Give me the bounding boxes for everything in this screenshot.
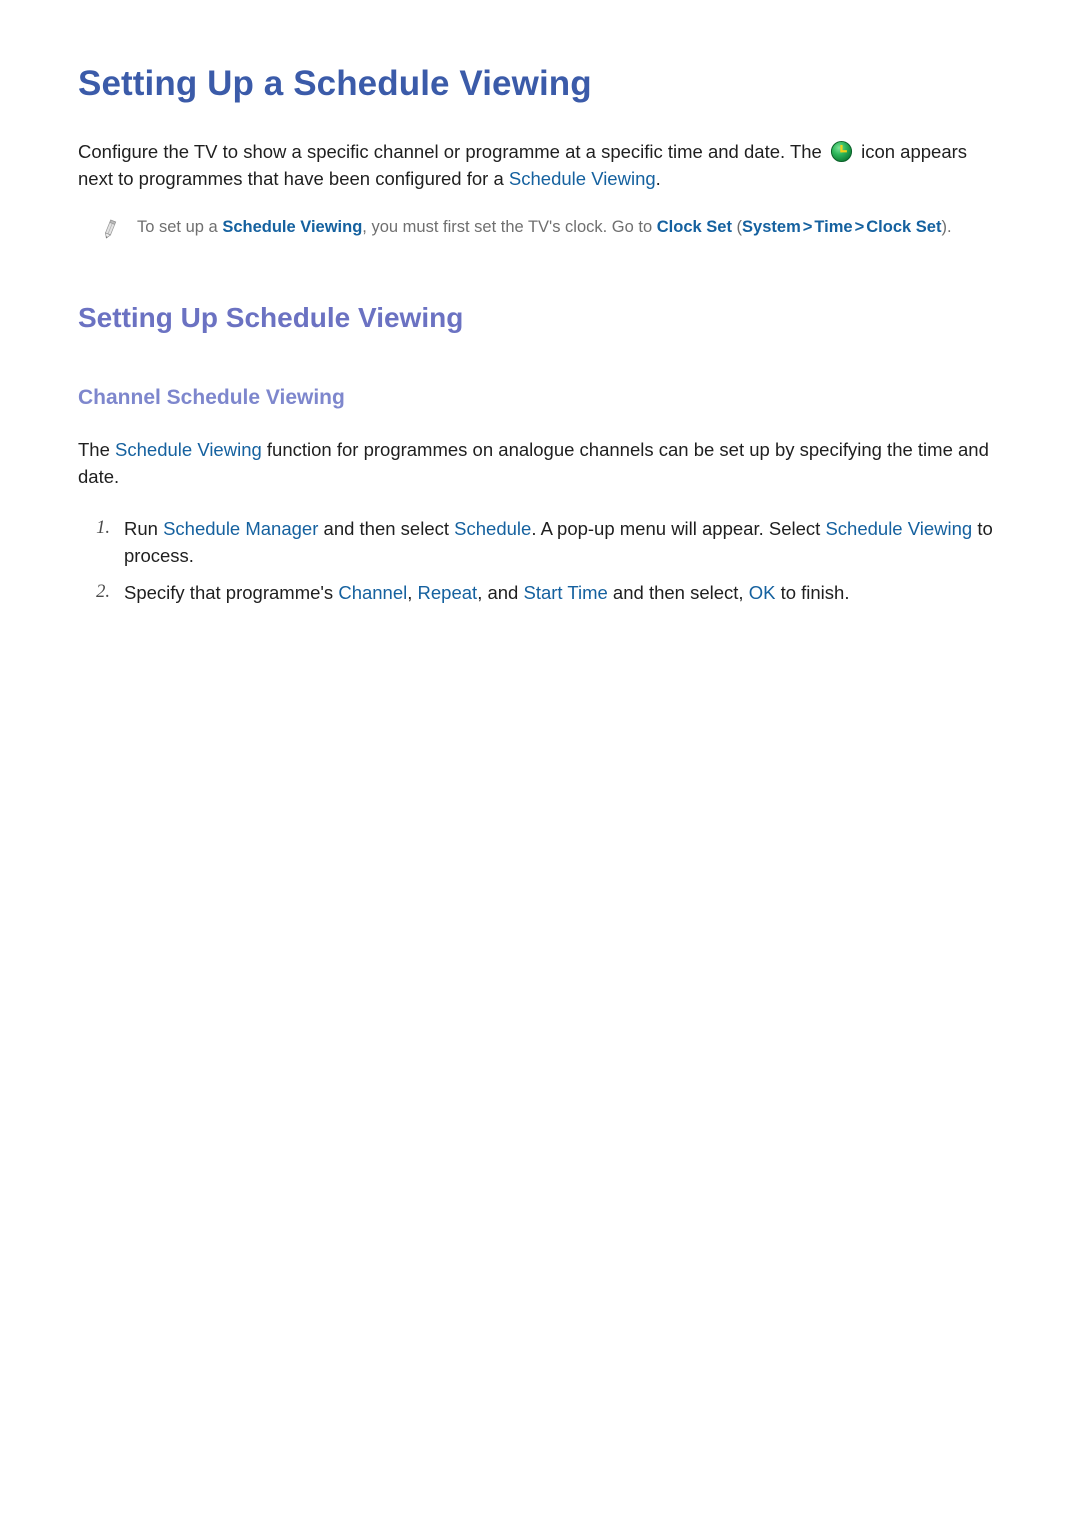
- intro-text-end: .: [655, 168, 661, 190]
- note-part2: , you must first set the TV's clock. Go …: [362, 217, 657, 236]
- note-part4: ).: [941, 217, 952, 236]
- step-number: 1.: [96, 517, 110, 538]
- note-link-time[interactable]: Time: [814, 218, 852, 236]
- page-title: Setting Up a Schedule Viewing: [78, 64, 592, 103]
- step2-link-repeat[interactable]: Repeat: [418, 582, 478, 603]
- breadcrumb-separator-icon: >: [802, 217, 813, 236]
- desc-part1: The: [78, 438, 116, 460]
- step1-link-schedule-manager[interactable]: Schedule Manager: [163, 518, 318, 539]
- step-text: Run Schedule Manager and then select Sch…: [124, 515, 1002, 570]
- section-heading: Setting Up Schedule Viewing: [78, 301, 464, 333]
- note-text: To set up a Schedule Viewing, you must f…: [137, 215, 952, 240]
- list-item: 1. Run Schedule Manager and then select …: [78, 505, 1002, 570]
- step1-link-schedule-viewing[interactable]: Schedule Viewing: [825, 518, 972, 539]
- steps-list: 1. Run Schedule Manager and then select …: [78, 491, 1002, 607]
- document-page: Setting Up a Schedule Viewing Configure …: [0, 0, 1080, 1527]
- note-link-system[interactable]: System: [742, 218, 801, 236]
- step2-link-channel[interactable]: Channel: [338, 582, 407, 603]
- list-item: 2. Specify that programme's Channel, Rep…: [78, 569, 1002, 606]
- step2-link-start-time[interactable]: Start Time: [523, 582, 607, 603]
- note-part1: To set up a: [137, 217, 223, 236]
- note-part3: (: [731, 217, 743, 236]
- section-description: The Schedule Viewing function for progra…: [78, 411, 1002, 491]
- step1-link-schedule[interactable]: Schedule: [454, 518, 531, 539]
- note-link-schedule-viewing[interactable]: Schedule Viewing: [222, 218, 362, 236]
- step2-part5: to finish.: [775, 582, 850, 604]
- step2-part3: , and: [477, 582, 524, 604]
- step1-part2: and then select: [318, 517, 455, 539]
- note-link-clock-set[interactable]: Clock Set: [657, 218, 732, 236]
- step2-part1: Specify that programme's: [124, 582, 339, 604]
- intro-paragraph: Configure the TV to show a specific chan…: [78, 106, 1002, 193]
- intro-text-before-icon: Configure the TV to show a specific chan…: [78, 140, 827, 162]
- step-text: Specify that programme's Channel, Repeat…: [124, 579, 849, 606]
- note-link-clock-set-2[interactable]: Clock Set: [866, 218, 941, 236]
- schedule-viewing-link[interactable]: Schedule Viewing: [509, 168, 656, 189]
- section-subheading: Channel Schedule Viewing: [78, 385, 345, 409]
- breadcrumb-separator-icon-2: >: [854, 217, 865, 236]
- step1-part3: . A pop-up menu will appear. Select: [531, 517, 826, 539]
- step2-part2: ,: [407, 582, 418, 604]
- step2-part4: and then select,: [607, 582, 749, 604]
- step2-link-ok[interactable]: OK: [749, 582, 776, 603]
- step-number: 2.: [96, 582, 110, 603]
- step1-part1: Run: [124, 517, 164, 539]
- desc-link-schedule-viewing[interactable]: Schedule Viewing: [115, 439, 262, 460]
- note-block: To set up a Schedule Viewing, you must f…: [78, 193, 1002, 240]
- schedule-viewing-clock-icon: [830, 140, 853, 163]
- pencil-note-icon: [99, 218, 119, 240]
